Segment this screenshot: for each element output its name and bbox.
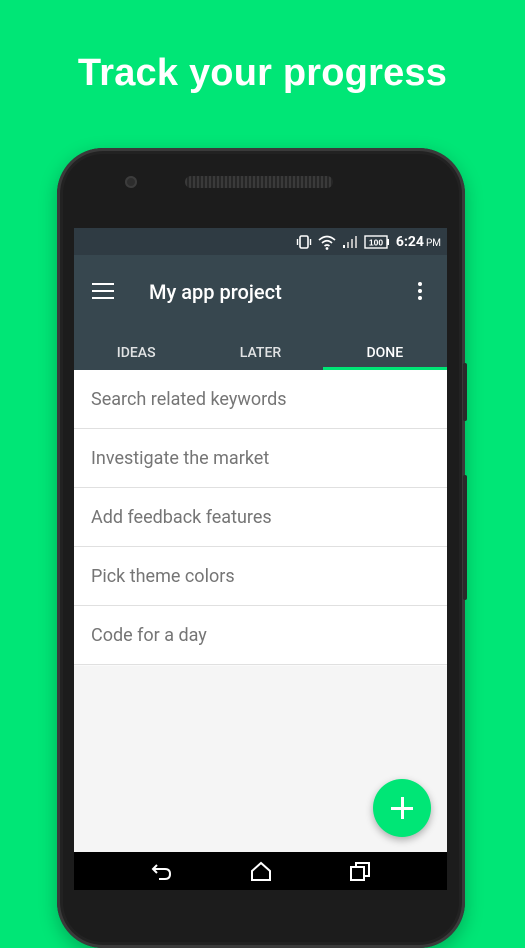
list-item[interactable]: Search related keywords — [74, 370, 447, 429]
list-item[interactable]: Code for a day — [74, 606, 447, 665]
battery-level: 100 — [369, 238, 383, 248]
tab-done[interactable]: DONE — [322, 330, 447, 370]
home-icon[interactable] — [249, 860, 273, 882]
battery-icon: 100 — [364, 235, 389, 249]
clock-time: 6:24 — [395, 234, 424, 250]
clock: 6:24 PM — [396, 234, 441, 250]
speaker-grille — [185, 176, 333, 188]
tab-later[interactable]: LATER — [198, 330, 322, 370]
phone-screen: 100 6:24 PM My app project IDEAS LATER DO… — [74, 228, 447, 890]
list-item[interactable]: Investigate the market — [74, 429, 447, 488]
hamburger-menu-icon[interactable] — [92, 283, 114, 303]
signal-icon — [342, 236, 357, 248]
more-vert-icon[interactable] — [417, 282, 423, 302]
back-icon[interactable] — [150, 860, 174, 882]
vibrate-icon — [296, 235, 312, 249]
volume-button — [463, 363, 467, 421]
wifi-icon — [318, 235, 336, 250]
power-button — [463, 475, 467, 600]
task-list: Search related keywords Investigate the … — [74, 370, 447, 665]
navigation-bar — [74, 852, 447, 890]
empty-list-area — [74, 666, 447, 866]
tab-bar: IDEAS LATER DONE — [74, 330, 447, 370]
status-bar: 100 6:24 PM — [74, 228, 447, 255]
list-item[interactable]: Pick theme colors — [74, 547, 447, 606]
clock-ampm: PM — [425, 238, 441, 249]
tab-ideas[interactable]: IDEAS — [74, 330, 198, 370]
status-icons: 100 6:24 PM — [296, 232, 441, 252]
camera-icon — [125, 176, 137, 188]
app-bar: My app project IDEAS LATER DONE — [74, 255, 447, 370]
recents-icon[interactable] — [348, 860, 372, 882]
headline: Track your progress — [77, 52, 448, 94]
app-title: My app project — [149, 280, 282, 304]
add-task-button[interactable] — [373, 779, 431, 837]
list-item[interactable]: Add feedback features — [74, 488, 447, 547]
